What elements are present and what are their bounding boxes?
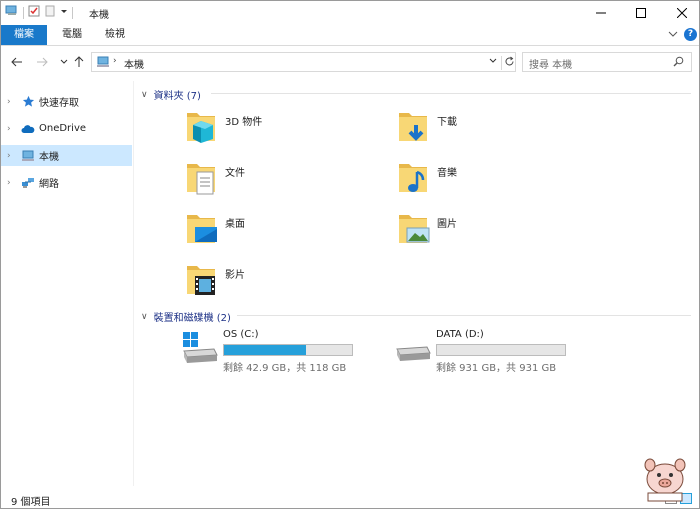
folder-item-music[interactable]: 音樂 (397, 158, 597, 202)
windows-drive-icon (181, 329, 219, 367)
sidebar-item-quick-access[interactable]: › 快速存取 (1, 91, 132, 112)
new-folder-icon[interactable] (44, 5, 56, 20)
search-box[interactable]: 搜尋 本機 (522, 52, 692, 72)
3d-objects-folder-icon (185, 107, 221, 145)
sidebar-item-network[interactable]: › 網路 (1, 172, 132, 193)
folder-item-downloads[interactable]: 下載 (397, 107, 597, 151)
sidebar-item-label: OneDrive (39, 123, 87, 134)
drive-free-space: 剩餘 42.9 GB，共 118 GB (223, 363, 347, 374)
drive-usage-fill (224, 345, 306, 355)
ribbon-tabs: 檔案 電腦 檢視 ? (1, 25, 699, 46)
cloud-icon (21, 122, 35, 136)
expand-ribbon-chevron-icon[interactable] (667, 28, 679, 43)
drive-item-data-d[interactable]: DATA (D:) 剩餘 931 GB，共 931 GB (394, 329, 594, 374)
status-bar: 9 個項目 (1, 489, 699, 508)
tab-computer[interactable]: 電腦 (57, 25, 87, 45)
hard-drive-icon (394, 329, 432, 367)
folders-group-header[interactable]: ∨ 資料夾 (7) (141, 87, 691, 102)
folder-item-desktop[interactable]: 桌面 (185, 209, 385, 253)
folder-name: 文件 (225, 168, 245, 179)
folder-item-videos[interactable]: 影片 (185, 260, 385, 304)
pig-mascot-watermark (636, 453, 694, 505)
folder-item-3d-objects[interactable]: 3D 物件 (185, 107, 385, 151)
folder-name: 3D 物件 (225, 117, 263, 128)
videos-folder-icon (185, 260, 221, 298)
file-explorer-window: 本機 檔案 電腦 檢視 ? › 本機 搜尋 本機 › 快速存取 › OneDri… (0, 0, 700, 509)
expand-chevron-icon[interactable]: › (7, 124, 17, 134)
explorer-app-icon (5, 5, 19, 20)
drive-name: OS (C:) (223, 329, 259, 340)
title-bar: 本機 (1, 1, 699, 25)
recent-locations-chevron-icon[interactable] (57, 55, 71, 69)
expand-chevron-icon[interactable]: › (7, 151, 17, 161)
music-folder-icon (397, 158, 433, 196)
tab-view[interactable]: 檢視 (100, 25, 130, 45)
up-arrow-icon[interactable] (72, 55, 86, 69)
folder-item-pictures[interactable]: 圖片 (397, 209, 597, 253)
breadcrumb-separator-icon[interactable]: › (113, 56, 117, 66)
devices-group-label: 裝置和磁碟機 (2) (153, 313, 231, 324)
drive-usage-bar (436, 344, 566, 356)
breadcrumb-this-pc[interactable]: 本機 (124, 56, 144, 71)
devices-group-header[interactable]: ∨ 裝置和磁碟機 (2) (141, 309, 691, 324)
address-dropdown-chevron-icon[interactable] (488, 56, 498, 69)
quick-access-toolbar (5, 5, 73, 20)
search-input[interactable]: 搜尋 本機 (529, 56, 572, 71)
sidebar-item-this-pc[interactable]: › 本機 (1, 145, 132, 166)
expand-chevron-icon[interactable]: › (7, 178, 17, 188)
network-icon (21, 176, 35, 190)
drive-name: DATA (D:) (436, 329, 484, 340)
folder-name: 桌面 (225, 219, 245, 230)
star-icon (21, 95, 35, 109)
sidebar-item-onedrive[interactable]: › OneDrive (1, 118, 132, 139)
maximize-button[interactable] (618, 1, 664, 25)
desktop-folder-icon (185, 209, 221, 247)
folder-name: 下載 (437, 117, 457, 128)
sidebar-item-label: 快速存取 (39, 98, 79, 109)
search-icon (673, 56, 684, 70)
customize-toolbar-chevron-icon[interactable] (60, 7, 68, 18)
item-count: 9 個項目 (11, 497, 51, 508)
tab-file[interactable]: 檔案 (1, 25, 47, 45)
pictures-folder-icon (397, 209, 433, 247)
documents-folder-icon (185, 158, 221, 196)
folder-name: 影片 (225, 270, 245, 281)
window-title: 本機 (89, 10, 109, 21)
sidebar-item-label: 本機 (39, 152, 59, 163)
forward-arrow-icon[interactable] (35, 55, 49, 69)
drive-usage-bar (223, 344, 353, 356)
folders-group-label: 資料夾 (7) (153, 91, 201, 102)
collapse-chevron-icon[interactable]: ∨ (141, 90, 148, 100)
back-arrow-icon[interactable] (10, 55, 24, 69)
help-icon[interactable]: ? (684, 28, 697, 41)
properties-icon[interactable] (28, 5, 40, 20)
downloads-folder-icon (397, 107, 433, 145)
close-button[interactable] (659, 1, 700, 25)
computer-icon (21, 149, 35, 163)
navigation-bar: › 本機 搜尋 本機 (1, 47, 699, 77)
expand-chevron-icon[interactable]: › (7, 97, 17, 107)
collapse-chevron-icon[interactable]: ∨ (141, 312, 148, 322)
folder-name: 圖片 (437, 219, 457, 230)
sidebar-item-label: 網路 (39, 179, 59, 190)
address-bar[interactable]: › 本機 (91, 52, 516, 72)
computer-icon (96, 56, 110, 71)
content-pane: ∨ 資料夾 (7) 3D 物件 下載 文件 音樂 桌面 圖片 影片 ∨ 裝置和磁… (137, 81, 697, 486)
navigation-pane: › 快速存取 › OneDrive › 本機 › 網路 (1, 81, 134, 486)
folder-item-documents[interactable]: 文件 (185, 158, 385, 202)
folder-name: 音樂 (437, 168, 457, 179)
drive-free-space: 剩餘 931 GB，共 931 GB (436, 363, 557, 374)
drive-item-os-c[interactable]: OS (C:) 剩餘 42.9 GB，共 118 GB (181, 329, 381, 374)
refresh-icon[interactable] (501, 56, 515, 70)
